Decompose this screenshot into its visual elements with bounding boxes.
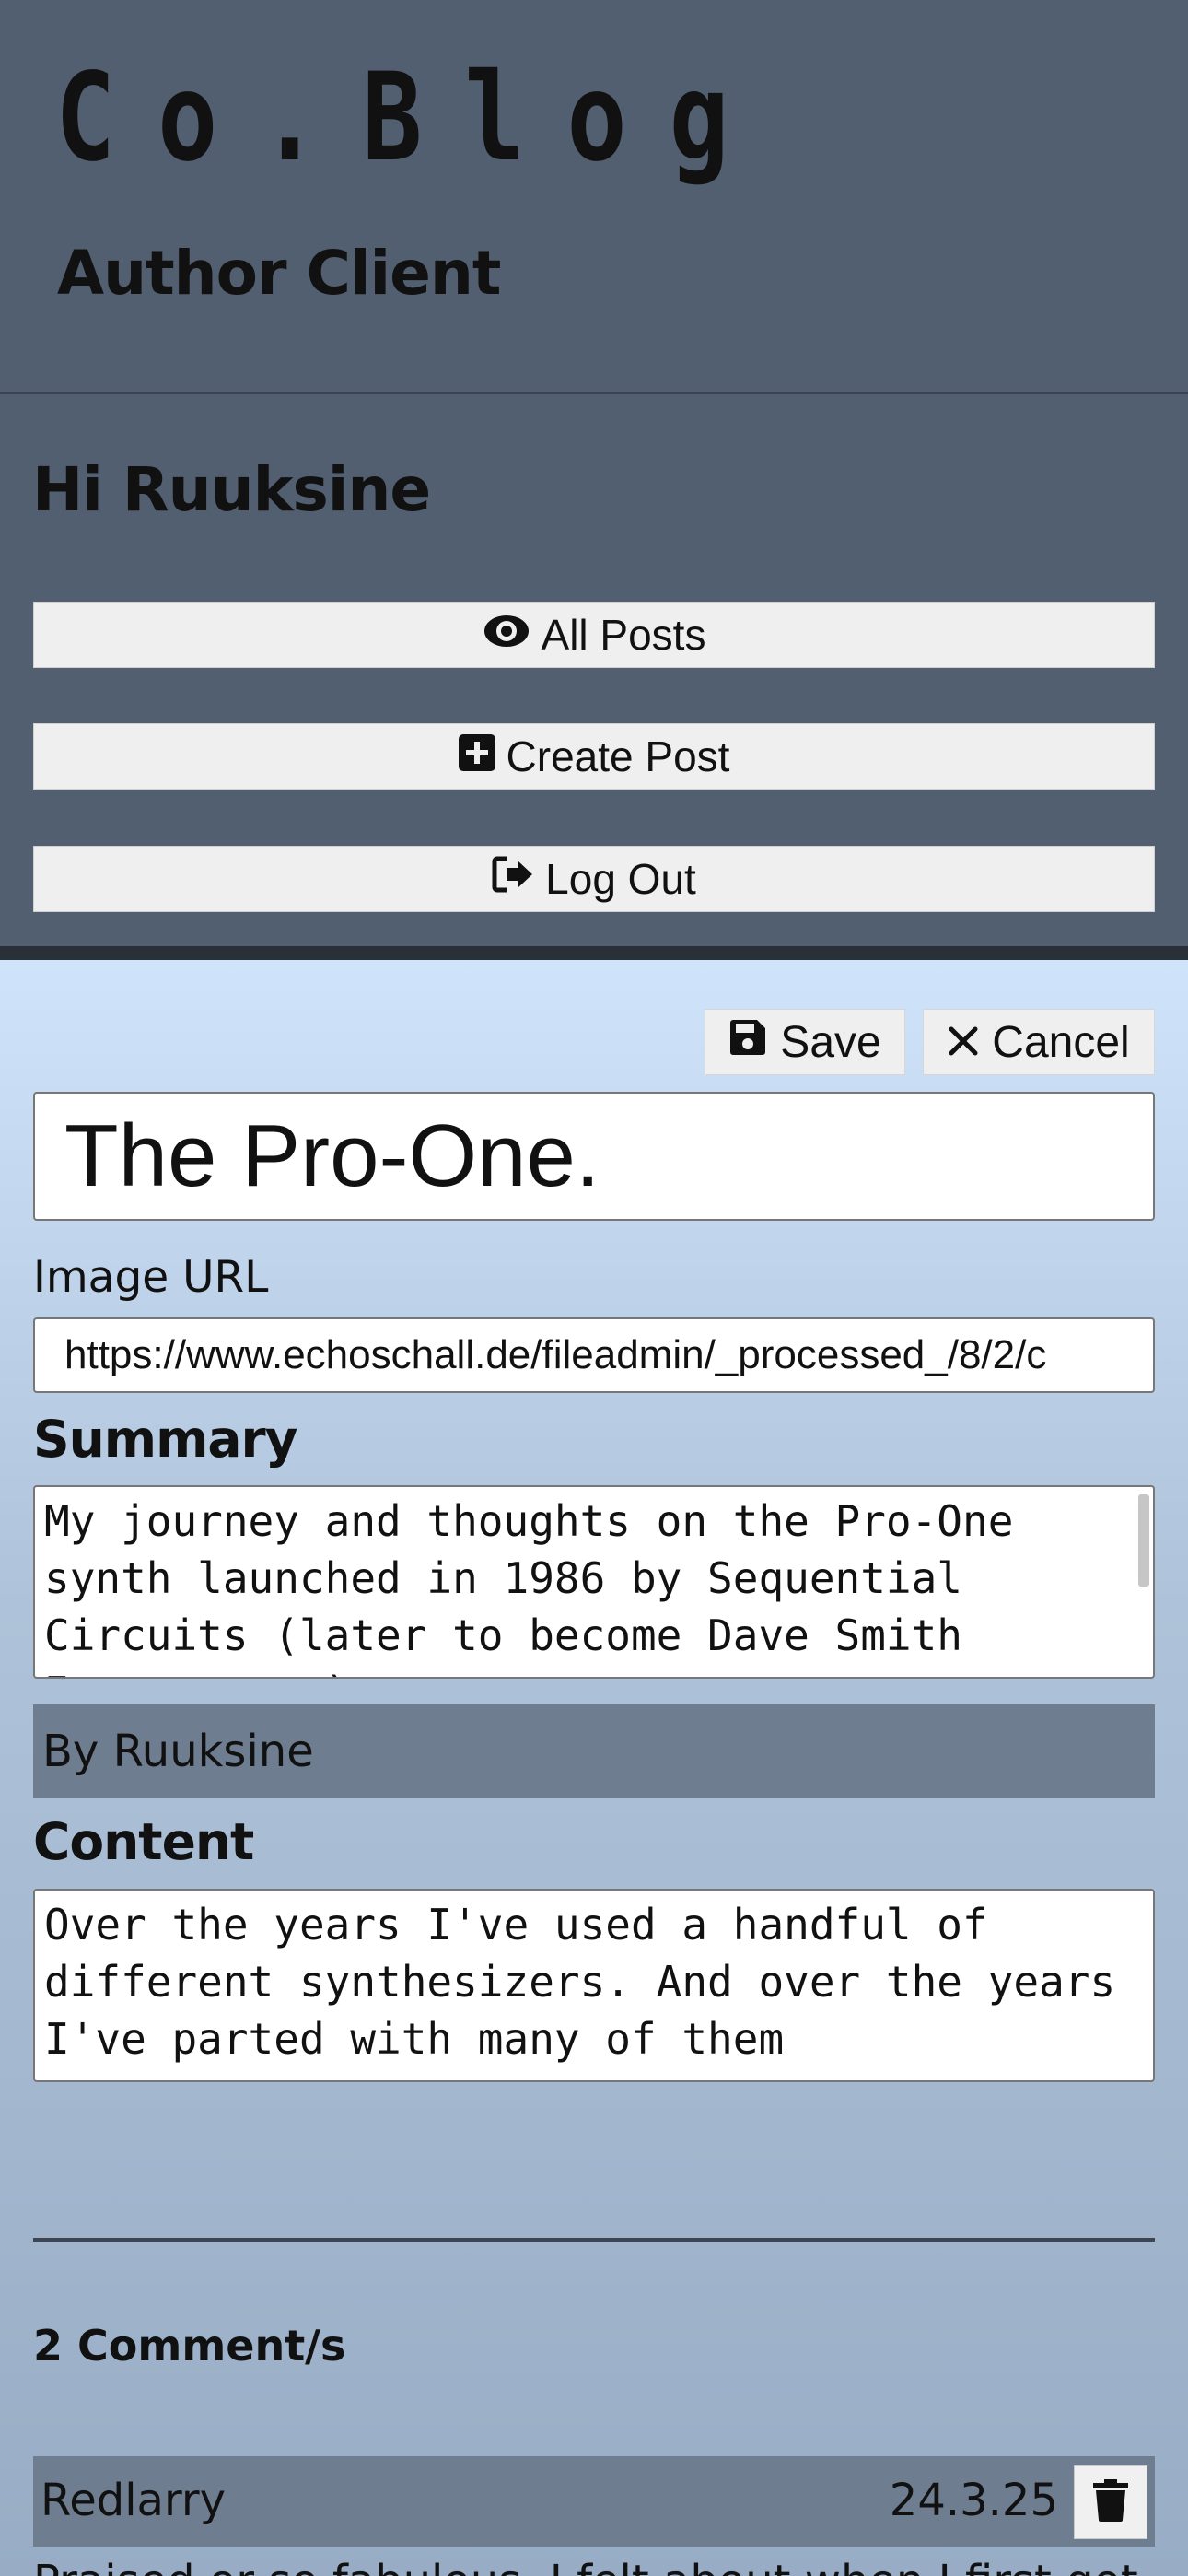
log-out-label: Log Out (545, 855, 696, 903)
nav-panel: Hi Ruuksine All Posts Create Post Log Ou… (0, 392, 1188, 946)
app-subtitle: Author Client (57, 238, 501, 309)
delete-comment-button[interactable] (1074, 2465, 1147, 2539)
save-label: Save (780, 1017, 881, 1067)
app-logo: Co.Blog (55, 47, 772, 189)
section-divider (33, 2238, 1155, 2242)
log-out-button[interactable]: Log Out (33, 846, 1155, 912)
all-posts-label: All Posts (541, 611, 706, 659)
greeting: Hi Ruuksine (32, 454, 431, 525)
summary-label: Summary (33, 1410, 297, 1469)
create-post-button[interactable]: Create Post (33, 723, 1155, 790)
post-editor: Save Cancel Image URL Summary My journey… (0, 960, 1188, 2576)
all-posts-button[interactable]: All Posts (33, 602, 1155, 668)
cancel-button[interactable]: Cancel (923, 1009, 1155, 1075)
comment-header: Redlarry 24.3.25 (33, 2456, 1155, 2547)
summary-textarea[interactable]: My journey and thoughts on the Pro-One s… (33, 1485, 1155, 1679)
comments-heading: 2 Comment/s (33, 2321, 346, 2371)
cancel-label: Cancel (992, 1017, 1130, 1067)
content-label: Content (33, 1812, 254, 1871)
author-byline: By Ruuksine (33, 1704, 1155, 1798)
eye-icon (483, 610, 542, 660)
title-input[interactable] (33, 1092, 1155, 1221)
comment-date: 24.3.25 (889, 2475, 1058, 2526)
close-icon (948, 1017, 992, 1068)
logout-icon (492, 854, 545, 904)
divider (0, 946, 1188, 960)
plus-square-icon (458, 732, 507, 781)
image-url-label: Image URL (33, 1252, 269, 1303)
app-header: Co.Blog Author Client (0, 0, 1188, 392)
create-post-label: Create Post (506, 732, 730, 780)
summary-scrollbar[interactable] (1138, 1494, 1149, 1587)
trash-icon (1093, 2479, 1128, 2525)
save-button[interactable]: Save (705, 1009, 905, 1075)
content-textarea[interactable]: Over the years I've used a handful of di… (33, 1889, 1155, 2082)
comment-text: Praised or so fabulous. I felt about whe… (33, 2556, 1138, 2576)
comment-author: Redlarry (41, 2475, 226, 2526)
floppy-disk-icon (728, 1017, 780, 1068)
image-url-input[interactable] (33, 1317, 1155, 1393)
